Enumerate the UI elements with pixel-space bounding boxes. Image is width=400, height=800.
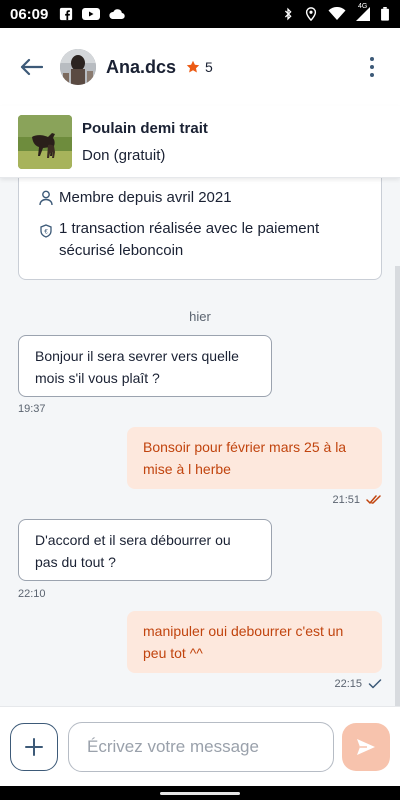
facebook-icon: [60, 7, 73, 21]
message-input[interactable]: [68, 721, 334, 772]
battery-icon: [381, 7, 389, 21]
bluetooth-icon: [284, 7, 292, 21]
message-text-line1: Bonsoir pour février mars 25 à la: [143, 439, 347, 455]
cloud-icon: [109, 9, 126, 20]
home-gesture-pill[interactable]: [160, 791, 240, 795]
add-attachment-button[interactable]: [10, 722, 58, 771]
location-icon: [305, 7, 317, 21]
secure-payment-icon: €: [37, 218, 55, 238]
message-text-line1: manipuler oui debourrer c'est un: [143, 623, 344, 639]
timestamp-text: 22:10: [18, 588, 46, 600]
kebab-dot-icon: [370, 73, 374, 77]
svg-text:€: €: [44, 230, 48, 236]
message-text-line1: Bonjour il sera sevrer vers quelle: [35, 348, 239, 364]
member-since-text: Membre depuis avril 2021: [59, 189, 232, 206]
back-button[interactable]: [16, 52, 46, 82]
message-timestamp: 21:51: [332, 494, 382, 506]
avatar[interactable]: [60, 49, 96, 85]
more-options-button[interactable]: [360, 49, 384, 85]
transaction-text-line2: sécurisé leboncoin: [59, 242, 184, 259]
arrow-left-icon: [20, 58, 43, 76]
message-timestamp: 19:37: [18, 403, 46, 415]
listing-thumbnail: [18, 114, 72, 169]
wifi-icon: [328, 7, 346, 20]
outgoing-message[interactable]: Bonsoir pour février mars 25 à la mise à…: [127, 427, 382, 489]
message-text-line2: mise à l herbe: [143, 461, 231, 477]
status-time: 06:09: [10, 5, 49, 23]
user-rating: 5: [186, 59, 213, 75]
outgoing-message[interactable]: manipuler oui debourrer c'est un peu tot…: [127, 611, 382, 673]
incoming-message[interactable]: Bonjour il sera sevrer vers quelle mois …: [18, 335, 272, 397]
conversation-header: Ana.dcs 5: [0, 28, 400, 106]
incoming-message[interactable]: D'accord et il sera débourrer ou pas du …: [18, 519, 272, 581]
listing-title: Poulain demi trait: [82, 119, 208, 137]
listing-summary[interactable]: Poulain demi trait Don (gratuit): [0, 106, 400, 178]
kebab-dot-icon: [370, 57, 374, 61]
double-check-read-icon: [366, 495, 381, 504]
send-icon: [357, 738, 375, 755]
chat-screen: 06:09 4G Ana.dcs 5 Poulain demi trait Do…: [0, 0, 400, 800]
timestamp-text: 21:51: [332, 494, 360, 506]
youtube-icon: [82, 8, 101, 20]
date-separator: hier: [189, 309, 211, 324]
message-text-line2: peu tot ^^: [143, 645, 203, 661]
kebab-dot-icon: [370, 65, 374, 69]
rating-value: 5: [205, 59, 213, 75]
timestamp-text: 19:37: [18, 403, 46, 415]
status-bar: 06:09 4G: [0, 0, 400, 28]
message-timestamp: 22:10: [18, 588, 46, 600]
message-composer: [0, 706, 400, 786]
timestamp-text: 22:15: [334, 678, 362, 690]
star-icon: [186, 60, 200, 73]
scrollbar[interactable]: [395, 266, 400, 706]
message-text-line1: D'accord et il sera débourrer ou: [35, 532, 231, 548]
signal-4g-icon: 4G: [356, 3, 370, 21]
message-text-line2: mois s'il vous plaît ?: [35, 370, 160, 386]
seller-info-card: Membre depuis avril 2021 € 1 transaction…: [18, 178, 382, 280]
send-button[interactable]: [342, 722, 390, 771]
plus-icon: [25, 737, 43, 756]
network-label: 4G: [358, 3, 368, 10]
system-nav-bar: [0, 786, 400, 800]
message-text-line2: pas du tout ?: [35, 554, 116, 570]
listing-price: Don (gratuit): [82, 146, 166, 164]
user-icon: [37, 187, 55, 206]
message-list[interactable]: Membre depuis avril 2021 € 1 transaction…: [0, 178, 400, 706]
transaction-text-line1: 1 transaction réalisée avec le paiement: [59, 220, 320, 237]
check-delivered-icon: [368, 679, 382, 689]
message-timestamp: 22:15: [334, 678, 382, 690]
user-name[interactable]: Ana.dcs: [106, 57, 176, 78]
